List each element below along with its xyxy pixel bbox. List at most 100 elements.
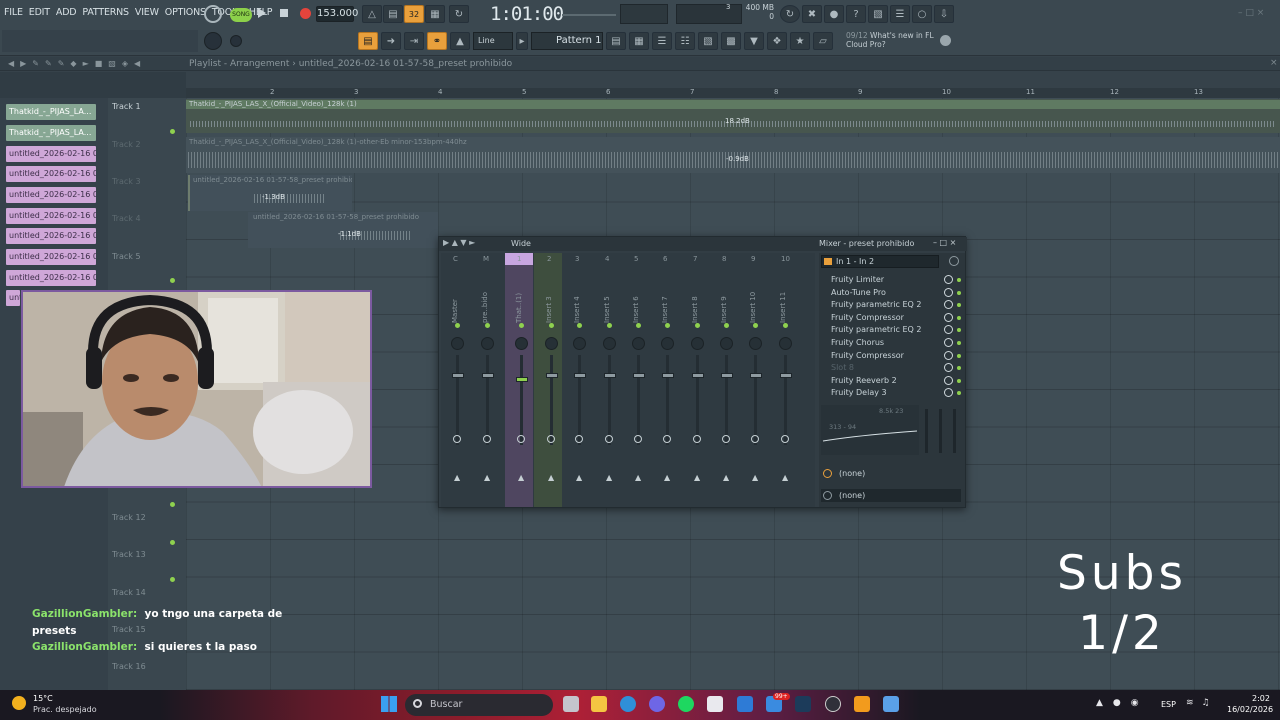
fx-enable-led[interactable]	[957, 366, 961, 371]
pattern-prev-icon[interactable]: ▸	[516, 32, 528, 50]
mixer-strip[interactable]: Mpre..bido ▲	[475, 255, 501, 505]
fx-slot[interactable]: Fruity parametric EQ 2	[823, 324, 963, 336]
spotify-icon[interactable]	[678, 696, 694, 712]
route-arrow[interactable]: ▲	[782, 473, 788, 482]
pan-knob[interactable]	[545, 337, 558, 350]
routing-selector[interactable]: In 1 - In 2	[821, 255, 939, 268]
taskbar-search[interactable]: Buscar	[405, 694, 553, 716]
route-arrow[interactable]: ▲	[454, 473, 460, 482]
plugin-icon[interactable]: ▼	[744, 32, 764, 50]
fx-mix-knob[interactable]	[944, 363, 953, 373]
discord-icon[interactable]	[649, 696, 665, 712]
plugin-picker-icon[interactable]: ▧	[698, 32, 718, 50]
menu-file[interactable]: FILE	[4, 7, 23, 18]
send-knob[interactable]	[663, 435, 671, 443]
fx-mix-knob[interactable]	[944, 300, 953, 310]
route-arrow[interactable]: ▲	[635, 473, 641, 482]
send-knob[interactable]	[483, 435, 491, 443]
stop-icon[interactable]	[280, 9, 288, 17]
news-panel[interactable]: 09/12 What's new in FL Cloud Pro?	[846, 31, 934, 49]
route-arrow[interactable]: ▲	[723, 473, 729, 482]
strip-led[interactable]	[695, 323, 700, 328]
send-knob[interactable]	[693, 435, 701, 443]
mixer-strip[interactable]: 7 Insert 8 ▲	[685, 255, 711, 505]
news-gear-icon[interactable]	[940, 35, 951, 46]
metronome-icon[interactable]: △	[362, 5, 382, 23]
strip-led[interactable]	[549, 323, 554, 328]
volume-fader[interactable]	[578, 355, 581, 445]
fx-slot[interactable]: Fruity parametric EQ 2	[823, 299, 963, 311]
weather-temp[interactable]: 15°C	[33, 694, 53, 703]
fx-enable-led[interactable]	[957, 378, 961, 383]
picker-item[interactable]: untitled_2026-02-16 01-...	[6, 249, 96, 265]
send-b-row[interactable]: (none)	[821, 489, 961, 502]
fx-slot[interactable]: Fruity Delay 3	[823, 387, 963, 399]
playlist-tool-icons[interactable]: ◀▶✎✎✎◆►■▧◈◀	[8, 59, 146, 68]
volume-fader[interactable]	[550, 355, 553, 445]
mixer-strip[interactable]: 9 Insert 10 ▲	[743, 255, 769, 505]
pattern-selector[interactable]: Pattern 1	[531, 32, 603, 50]
pan-knob[interactable]	[720, 337, 733, 350]
volume-fader[interactable]	[520, 355, 523, 445]
volume-fader[interactable]	[784, 355, 787, 445]
strip-led[interactable]	[753, 323, 758, 328]
clock-time[interactable]: 2:02	[1252, 694, 1270, 703]
strip-name[interactable]: pre..bido	[481, 285, 491, 323]
strip-led[interactable]	[607, 323, 612, 328]
fx-slot[interactable]: Fruity Chorus	[823, 337, 963, 349]
file-explorer-icon[interactable]	[591, 696, 607, 712]
mixer-strip[interactable]: C Master ▲	[445, 255, 471, 505]
strip-led[interactable]	[577, 323, 582, 328]
pan-knob[interactable]	[451, 337, 464, 350]
track-mute-led[interactable]	[170, 540, 175, 545]
menu-view[interactable]: VIEW	[135, 7, 159, 18]
start-icon[interactable]	[381, 696, 397, 712]
picker-item[interactable]: untitled_2026-02-16 01-...	[6, 146, 96, 162]
send-knob[interactable]	[575, 435, 583, 443]
track-mute-led[interactable]	[170, 502, 175, 507]
strip-led[interactable]	[519, 323, 524, 328]
fx-enable-led[interactable]	[957, 303, 961, 308]
route-arrow[interactable]: ▲	[694, 473, 700, 482]
mixer-titlebar[interactable]: ▶ ▲ ▼ ► Wide Mixer - preset prohibido – …	[439, 237, 967, 251]
pan-knob[interactable]	[632, 337, 645, 350]
mixer-view-icons[interactable]: ▶ ▲ ▼ ►	[443, 238, 475, 247]
fl-studio-icon[interactable]	[854, 696, 870, 712]
chat-icon[interactable]: ○	[912, 5, 932, 23]
save-icon[interactable]: ▧	[868, 5, 888, 23]
strip-led[interactable]	[665, 323, 670, 328]
mixer-strip[interactable]: 2 Insert 3 ▲	[539, 255, 565, 505]
send-knob[interactable]	[722, 435, 730, 443]
pan-knob[interactable]	[481, 337, 494, 350]
picker-item[interactable]: untitled_2026-02-16 01-...	[6, 187, 96, 203]
eq-band-fader[interactable]	[925, 409, 928, 453]
volume-fader[interactable]	[486, 355, 489, 445]
steam-icon[interactable]	[795, 696, 811, 712]
fx-mix-knob[interactable]	[944, 350, 953, 360]
picker-item[interactable]: untitled_2026-02-16 01-...	[6, 228, 96, 244]
send-knob[interactable]	[547, 435, 555, 443]
pan-knob[interactable]	[603, 337, 616, 350]
track-mute-led[interactable]	[170, 129, 175, 134]
route-arrow[interactable]: ▲	[664, 473, 670, 482]
track-label[interactable]: Track 2	[112, 140, 141, 149]
fx-mix-knob[interactable]	[944, 375, 953, 385]
obs-icon[interactable]	[825, 696, 841, 712]
track-mute-led[interactable]	[170, 577, 175, 582]
fx-mix-knob[interactable]	[944, 287, 953, 297]
track-label[interactable]: Track 1	[112, 102, 141, 111]
picker-item[interactable]: Thatkid_-_PIJAS_LA...	[6, 125, 96, 141]
menu-add[interactable]: ADD	[56, 7, 77, 18]
route-arrow[interactable]: ▲	[752, 473, 758, 482]
blend-notes-icon[interactable]: ▦	[425, 5, 445, 23]
refresh-icon[interactable]: ↻	[780, 5, 800, 23]
send-knob[interactable]	[781, 435, 789, 443]
fader-cap[interactable]	[516, 377, 528, 382]
track-label[interactable]: Track 14	[112, 588, 146, 597]
volume-fader[interactable]	[608, 355, 611, 445]
fader-cap[interactable]	[452, 373, 464, 378]
download-icon[interactable]: ⇩	[934, 5, 954, 23]
fx-mix-knob[interactable]	[944, 275, 953, 284]
mixer-view-mode[interactable]: Wide	[511, 239, 531, 248]
send-knob[interactable]	[634, 435, 642, 443]
